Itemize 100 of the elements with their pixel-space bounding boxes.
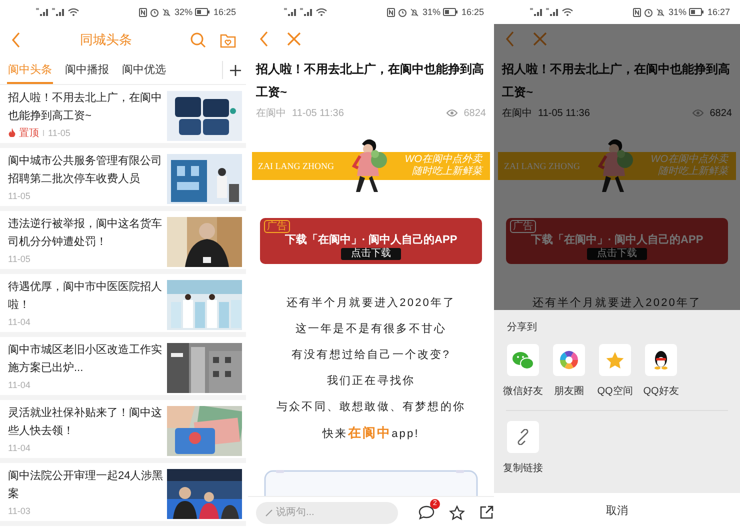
body-text: 还有半个月就要进入2020年了 <box>532 296 702 311</box>
wifi-icon <box>562 8 573 16</box>
search-icon[interactable] <box>190 32 206 48</box>
pencil-icon <box>265 508 273 516</box>
battery-icon <box>195 8 210 16</box>
view-count: 6824 <box>710 108 732 118</box>
article-title: 待遇优厚，阆中市中医医院招人啦！ <box>8 280 163 313</box>
signal-icon <box>52 8 65 16</box>
battery-icon <box>443 8 458 16</box>
article-title: 阆中市城区老旧小区改造工作实施方案已出炉... <box>8 342 163 376</box>
battery-level: 31% <box>422 7 440 17</box>
alarm-icon <box>398 8 408 16</box>
download-button[interactable]: 点击下载 <box>587 248 647 260</box>
article-date: 11-04 <box>8 380 30 390</box>
banner-slogan: 随时吃上新鲜菜 <box>412 166 482 178</box>
article-date: 11-05 <box>8 254 30 264</box>
body-text: 有没有想过给自己一个改变? <box>292 348 450 363</box>
ad-label: 广告 <box>264 220 290 233</box>
clock-time: 16:25 <box>461 7 484 17</box>
nfc-icon <box>633 8 642 16</box>
plus-icon[interactable] <box>230 64 241 76</box>
nfc-icon <box>139 8 148 16</box>
article-source: 在阆中 <box>256 106 286 120</box>
category-tab[interactable]: 阆中播报 <box>64 56 110 84</box>
page-title: 同城头条 <box>79 31 133 49</box>
aperture-icon <box>559 350 579 370</box>
cancel-button[interactable]: 取消 <box>494 493 740 528</box>
sheet-title: 分享到 <box>506 320 538 334</box>
body-text: 与众不同、敢想敢做、有梦想的你 <box>276 400 466 415</box>
article-date: 11-04 <box>8 316 30 326</box>
chat-bubbles-icon <box>512 350 534 370</box>
back-icon[interactable] <box>504 30 516 48</box>
article-date: 11-05 <box>8 190 30 200</box>
body-text: 还有半个月就要进入2020年了 <box>286 296 456 311</box>
back-icon[interactable] <box>10 31 22 49</box>
article-date: 11-04 <box>8 442 30 452</box>
signal-icon <box>284 8 297 16</box>
article-title: 招人啦！不用去北上广，在阆中也能挣到高工资~ <box>500 61 731 101</box>
article-title: 招人啦！不用去北上广，在阆中也能挣到高工资~ <box>254 61 485 101</box>
article-date: 11-03 <box>8 506 30 516</box>
share-option[interactable]: 朋友圈 <box>549 344 589 398</box>
back-icon[interactable] <box>258 30 270 48</box>
alarm-icon <box>644 8 654 16</box>
comment-icon[interactable] <box>418 505 435 520</box>
ad-label: 广告 <box>510 220 536 233</box>
alarm-icon <box>150 8 160 16</box>
wifi-icon <box>68 8 79 16</box>
view-count: 6824 <box>464 108 486 118</box>
banner-brand: ZAI LANG ZHONG <box>258 161 334 171</box>
close-icon[interactable] <box>286 31 302 47</box>
signal-icon <box>300 8 313 16</box>
wifi-icon <box>316 8 327 16</box>
article-title: 灵活就业社保补贴来了！阆中这些人快去领！ <box>8 406 163 439</box>
article-time: 11-05 11:36 <box>292 108 344 118</box>
article-title: 阆中法院公开审理一起24人涉黑案 <box>8 468 164 502</box>
battery-icon <box>689 8 704 16</box>
battery-level: 31% <box>668 7 686 17</box>
eye-icon <box>446 109 458 117</box>
clock-time: 16:25 <box>213 7 236 17</box>
download-button[interactable]: 点击下载 <box>341 248 401 260</box>
close-icon[interactable] <box>532 31 548 47</box>
banner-brand: ZAI LANG ZHONG <box>504 161 580 171</box>
signal-icon <box>36 8 49 16</box>
star-icon[interactable] <box>449 504 465 520</box>
share-option[interactable]: QQ好友 <box>641 344 681 398</box>
ad-headline: 下载「在阆中」· 阆中人自己的APP <box>530 233 704 247</box>
battery-level: 32% <box>174 7 192 17</box>
folder-heart-icon[interactable] <box>220 32 236 48</box>
body-text: 快来在阆中 app! <box>322 424 420 442</box>
article-title: 阆中城市公共服务管理有限公司招聘第二批次停车收费人员 <box>8 154 163 187</box>
ad-headline: 下载「在阆中」· 阆中人自己的APP <box>284 233 458 247</box>
article-date: 11-05 <box>48 128 70 138</box>
share-option[interactable]: 微信好友 <box>503 344 543 398</box>
banner-slogan: WO在阆中点外卖 <box>404 154 482 166</box>
signal-icon <box>546 8 559 16</box>
pinned-tag: 置顶 <box>19 126 39 140</box>
banner-slogan: WO在阆中点外卖 <box>650 154 728 166</box>
article-title: 违法逆行被举报，阆中这名货车司机分分钟遭处罚！ <box>8 216 163 250</box>
body-text: 我们正在寻找你 <box>326 374 416 389</box>
nfc-icon <box>387 8 396 16</box>
mute-icon <box>162 8 172 16</box>
article-title: 招人啦！不用去北上广，在阆中也能挣到高工资~ <box>8 90 163 124</box>
article-source: 在阆中 <box>502 106 532 120</box>
category-tab[interactable]: 阆中优选 <box>121 56 167 84</box>
eye-icon <box>692 109 704 117</box>
body-text: 这一年是不是有很多不甘心 <box>295 322 447 337</box>
comment-field[interactable]: 说两句... <box>256 502 398 524</box>
separator-icon <box>42 128 45 136</box>
penguin-icon <box>653 350 669 370</box>
mute-icon <box>410 8 420 16</box>
share-option[interactable]: 复制链接 <box>503 421 543 475</box>
share-option[interactable]: QQ空间 <box>595 344 635 398</box>
share-icon[interactable] <box>479 505 494 520</box>
banner-slogan: 随时吃上新鲜菜 <box>658 166 728 178</box>
clock-time: 16:27 <box>707 7 730 17</box>
flame-icon <box>8 128 16 137</box>
article-time: 11-05 11:36 <box>538 108 590 118</box>
star-icon <box>605 350 625 370</box>
mute-icon <box>656 8 666 16</box>
link-icon <box>515 429 531 445</box>
